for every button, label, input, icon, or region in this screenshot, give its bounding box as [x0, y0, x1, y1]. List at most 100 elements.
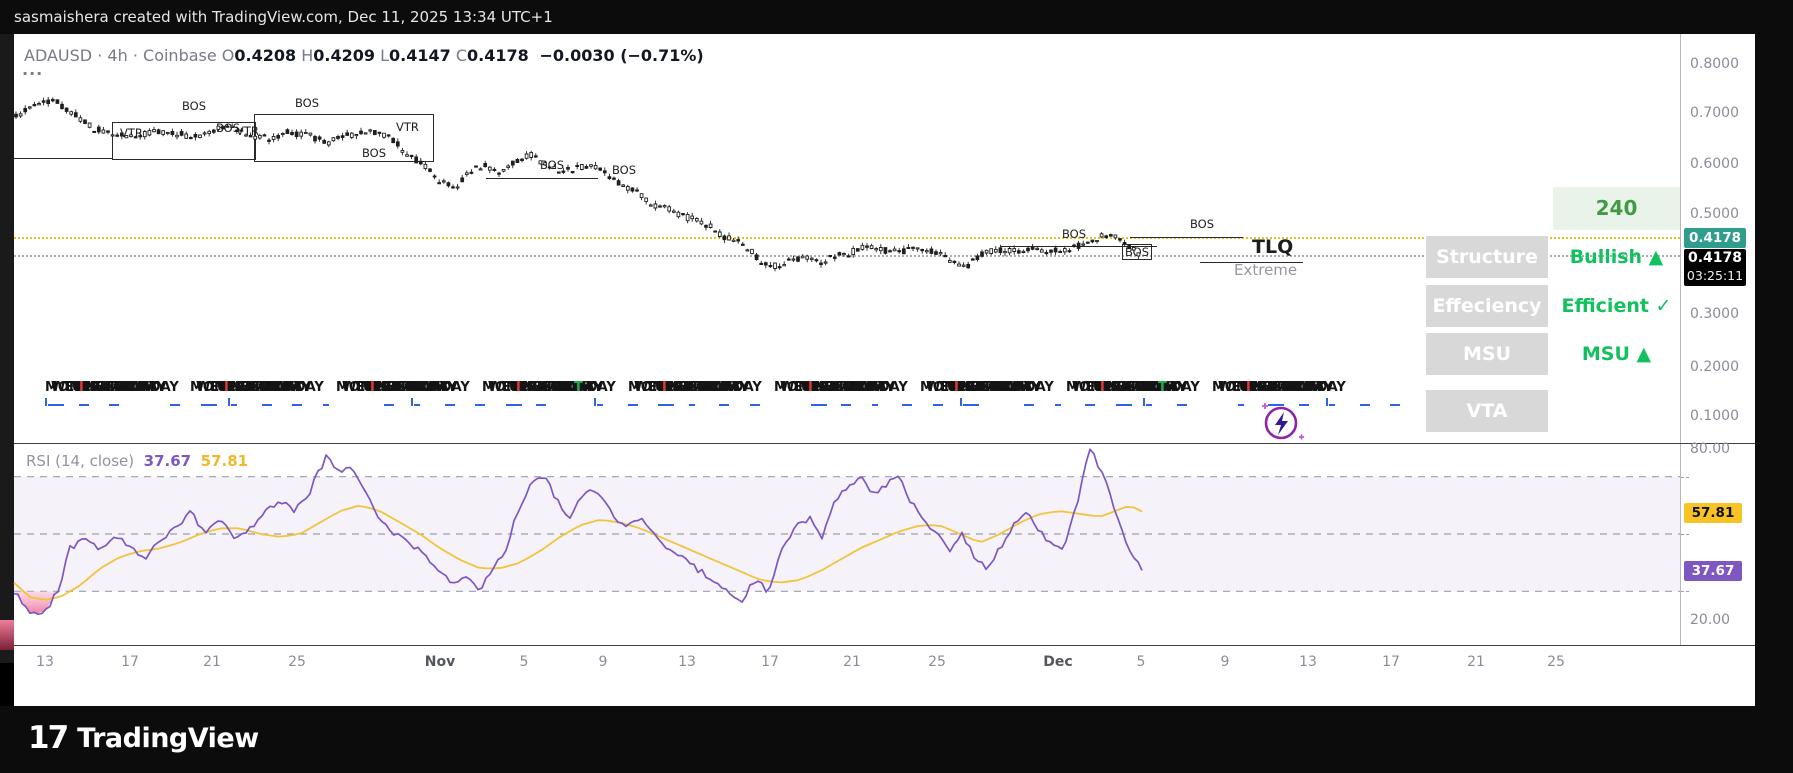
weekday-label: SUNDAY — [119, 380, 179, 395]
weekday-label: SUNDAY — [410, 380, 470, 395]
time-tick-5: 5 — [520, 654, 529, 670]
side-value-msu: MSU ▲ — [1553, 333, 1680, 375]
time-tick-17: 17 — [1382, 654, 1400, 670]
tradingview-logo[interactable]: 17 TradingView — [28, 716, 259, 760]
last-price-countdown-badge: 0.4178 03:25:11 — [1684, 249, 1746, 286]
rsi-pane-separator[interactable] — [14, 443, 1755, 444]
session-tick — [594, 398, 596, 406]
timeframe-cell: 240 — [1553, 187, 1680, 230]
session-dash — [1146, 404, 1152, 406]
left-margin — [0, 34, 14, 663]
price-scale-label: 0.3000 — [1690, 306, 1739, 322]
price-scale-label: 0.7000 — [1690, 105, 1739, 121]
rsi-value-badge: 37.67 — [1684, 561, 1742, 581]
legend-more-button[interactable]: ... — [22, 60, 43, 79]
weekday-red-mark: I — [808, 380, 813, 395]
time-tick-13: 13 — [678, 654, 696, 670]
bottom-logo-band — [0, 706, 1793, 773]
session-dash — [506, 404, 522, 406]
session-dash — [109, 404, 119, 406]
rsi-params: (14, close) — [55, 452, 134, 470]
weekday-cluster: MONDAYWEDNESDAYTUESDAYTHURSDAYSATURDAYFR… — [45, 380, 195, 398]
weekday-red-mark: I — [516, 380, 521, 395]
weekday-red-mark: I — [954, 380, 959, 395]
time-tick-21: 21 — [1467, 654, 1485, 670]
time-tick-9: 9 — [1221, 654, 1230, 670]
weekday-label: SUNDAY — [994, 380, 1054, 395]
left-margin-accent — [0, 620, 14, 650]
weekday-label: SUNDAY — [556, 380, 616, 395]
interval-label: 4h — [107, 46, 127, 65]
weekday-red-mark: I — [370, 380, 375, 395]
label-vtr: VTR — [236, 124, 259, 138]
session-dash — [872, 404, 878, 406]
session-dash — [1177, 404, 1187, 406]
time-tick-Dec: Dec — [1043, 654, 1072, 670]
session-dash — [1055, 404, 1061, 406]
bar-countdown: 03:25:11 — [1684, 268, 1746, 284]
label-bos: BOS — [540, 158, 564, 172]
time-tick-25: 25 — [288, 654, 306, 670]
session-dash — [1299, 404, 1309, 406]
weekday-red-mark: I — [662, 380, 667, 395]
session-dash — [689, 404, 695, 406]
rsi-ma-value: 57.81 — [201, 452, 248, 470]
symbol-legend[interactable]: ADAUSD · 4h · Coinbase O0.4208 H0.4209 L… — [24, 46, 704, 68]
weekday-label: SUNDAY — [1140, 380, 1200, 395]
session-dash — [750, 404, 760, 406]
side-button-vta[interactable]: VTA — [1426, 390, 1548, 432]
ohlc-c: C0.4178 — [451, 46, 529, 65]
exchange-label: Coinbase — [143, 46, 217, 65]
weekday-cluster: MONDAYWEDNESDAYTUESDAYTHURSDAYSATURDAYFR… — [190, 380, 340, 398]
side-button-structure[interactable]: Structure — [1426, 236, 1548, 278]
weekday-cluster: MONDAYWEDNESDAYTUESDAYTHURSDAYSATURDAYFR… — [1066, 380, 1216, 398]
session-dash — [445, 404, 455, 406]
label-bos: BOS — [1190, 217, 1214, 231]
session-dash — [201, 404, 217, 406]
time-tick-Nov: Nov — [425, 654, 455, 670]
label-bos: BOS — [182, 99, 206, 113]
structure-line — [1130, 237, 1243, 238]
session-dash — [597, 404, 603, 406]
rsi-ma-badge: 57.81 — [1684, 503, 1742, 523]
right-margin — [1755, 34, 1793, 706]
side-button-effeciency[interactable]: Effeciency — [1426, 285, 1548, 327]
session-dash — [1390, 404, 1400, 406]
rsi-value: 37.67 — [144, 452, 191, 470]
label-bos: BOS — [362, 146, 386, 160]
time-axis-separator — [14, 645, 1755, 646]
side-button-msu[interactable]: MSU — [1426, 333, 1548, 375]
weekday-cluster: MONDAYWEDNESDAYTUESDAYTHURSDAYSATURDAYFR… — [920, 380, 1070, 398]
rsi-legend[interactable]: RSI (14, close) 37.67 57.81 — [26, 452, 248, 470]
session-dash — [1268, 404, 1284, 406]
time-tick-25: 25 — [1547, 654, 1565, 670]
session-dash — [384, 404, 394, 406]
price-scale-label: 0.8000 — [1690, 56, 1739, 72]
session-dash — [475, 404, 485, 406]
session-dash — [292, 404, 302, 406]
session-dash — [231, 404, 237, 406]
session-dash — [48, 404, 64, 406]
time-tick-21: 21 — [843, 654, 861, 670]
session-dash — [262, 404, 272, 406]
label-bos: BOS — [1122, 244, 1152, 260]
structure-line — [14, 158, 112, 159]
weekday-label: SUNDAY — [702, 380, 762, 395]
structure-line — [486, 178, 598, 179]
label-bos: BOS — [295, 96, 319, 110]
ohlc-h: H0.4209 — [296, 46, 375, 65]
last-price-value: 0.4178 — [1684, 249, 1746, 268]
session-dash — [79, 404, 89, 406]
session-dash — [811, 404, 827, 406]
session-tick — [45, 398, 47, 406]
ohlc-l: L0.4147 — [375, 46, 451, 65]
session-dash — [1238, 404, 1244, 406]
weekday-cluster: MONDAYWEDNESDAYTUESDAYTHURSDAYSATURDAYFR… — [774, 380, 924, 398]
price-scale-separator[interactable] — [1680, 34, 1681, 645]
rsi-scale-label: 20.00 — [1690, 612, 1730, 628]
session-dash — [933, 404, 943, 406]
rsi-title: RSI — [26, 452, 50, 470]
attribution-bar: sasmaishera created with TradingView.com… — [0, 0, 1793, 34]
weekday-red-mark: I — [1246, 380, 1251, 395]
price-scale-label: 0.5000 — [1690, 206, 1739, 222]
